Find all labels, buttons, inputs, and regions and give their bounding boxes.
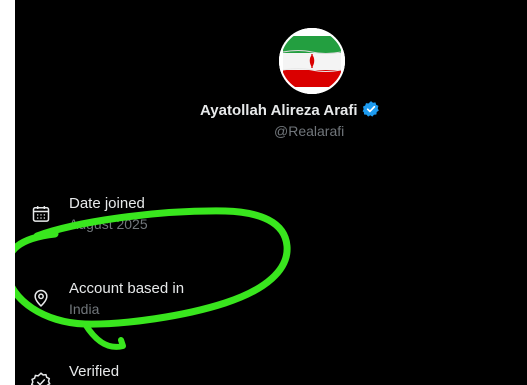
display-name-row: Ayatollah Alireza Arafi xyxy=(15,100,527,124)
verified-check-icon xyxy=(30,372,51,385)
location-pin-icon xyxy=(31,288,51,308)
date-joined-label: Date joined xyxy=(69,195,145,212)
iran-flag-avatar xyxy=(279,28,345,94)
verified-badge-icon[interactable] xyxy=(362,100,380,124)
username-handle[interactable]: @Realarafi xyxy=(274,122,344,140)
account-based-in-label: Account based in xyxy=(69,280,185,297)
left-page-edge xyxy=(0,0,15,385)
calendar-icon xyxy=(31,204,51,224)
verified-label: Verified xyxy=(69,363,120,380)
date-joined-value: August 2025 xyxy=(69,216,148,232)
account-based-in-value: India xyxy=(69,301,100,317)
profile-avatar[interactable] xyxy=(279,28,345,94)
display-name: Ayatollah Alireza Arafi xyxy=(200,102,358,119)
green-highlight-scribble xyxy=(15,207,291,350)
about-account-panel: Ayatollah Alireza Arafi @Realarafi Date … xyxy=(15,0,527,385)
